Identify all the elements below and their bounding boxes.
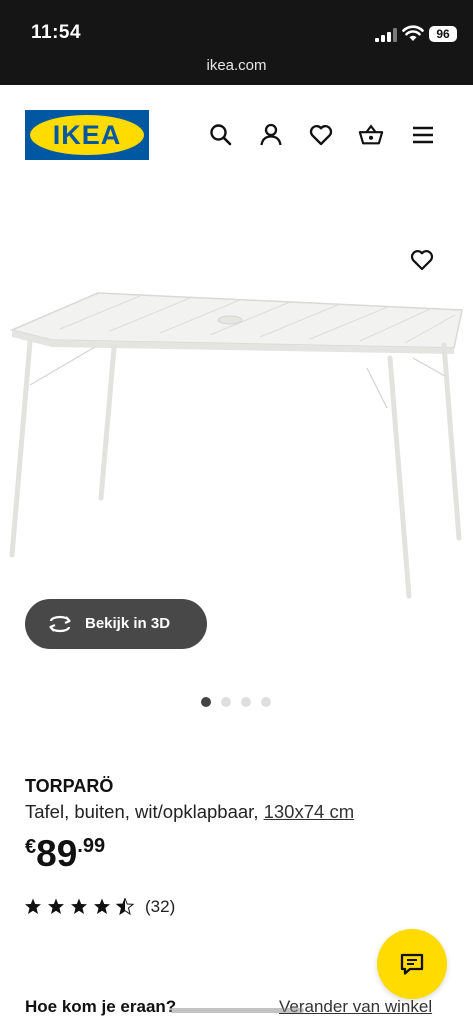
- view-in-3d-label: Bekijk in 3D: [85, 615, 171, 632]
- search-icon[interactable]: [208, 122, 234, 148]
- star-icon: [71, 898, 87, 914]
- signal-icon: [375, 28, 397, 42]
- price-decimals: .99: [77, 835, 106, 857]
- star-icon: [94, 898, 110, 914]
- gallery-dot[interactable]: [241, 697, 251, 707]
- logo-text: IKEA: [52, 120, 122, 150]
- url-bar[interactable]: ikea.com: [0, 57, 473, 74]
- rating-stars[interactable]: [25, 898, 135, 916]
- ikea-logo[interactable]: IKEA: [25, 110, 149, 160]
- chat-button[interactable]: [377, 929, 447, 999]
- price-integer: 89: [36, 833, 78, 874]
- gallery-dot[interactable]: [221, 697, 231, 707]
- product-name: TORPARÖ: [25, 776, 114, 796]
- change-store-link[interactable]: Verander van winkel: [279, 997, 432, 1017]
- star-icon: [25, 898, 41, 914]
- status-time: 11:54: [31, 22, 82, 43]
- menu-icon[interactable]: [410, 122, 436, 148]
- star-icon: [48, 898, 64, 914]
- rotate-3d-icon: [49, 615, 71, 633]
- chat-icon: [400, 953, 424, 975]
- product-description: Tafel, buiten, wit/opklapbaar, 130x74 cm: [25, 801, 354, 823]
- product-description-text: Tafel, buiten, wit/opklapbaar,: [25, 801, 264, 822]
- home-indicator[interactable]: [170, 1008, 304, 1013]
- basket-icon[interactable]: [358, 122, 384, 148]
- status-bar: 11:54 96 ikea.com: [0, 0, 473, 85]
- price-currency: €: [25, 836, 37, 858]
- review-count[interactable]: (32): [145, 897, 175, 917]
- fulfillment-title: Hoe kom je eraan?: [25, 997, 177, 1016]
- product-price: €89.99: [25, 833, 105, 875]
- gallery-dot[interactable]: [261, 697, 271, 707]
- save-favourite-icon[interactable]: [409, 247, 435, 273]
- product-size-link[interactable]: 130x74 cm: [264, 801, 355, 822]
- favourites-icon[interactable]: [308, 122, 334, 148]
- gallery-dot[interactable]: [201, 697, 211, 707]
- product-image[interactable]: [0, 190, 473, 670]
- battery-indicator: 96: [429, 26, 457, 42]
- wifi-icon: [402, 25, 424, 41]
- profile-icon[interactable]: [258, 122, 284, 148]
- view-in-3d-button[interactable]: Bekijk in 3D: [25, 599, 207, 649]
